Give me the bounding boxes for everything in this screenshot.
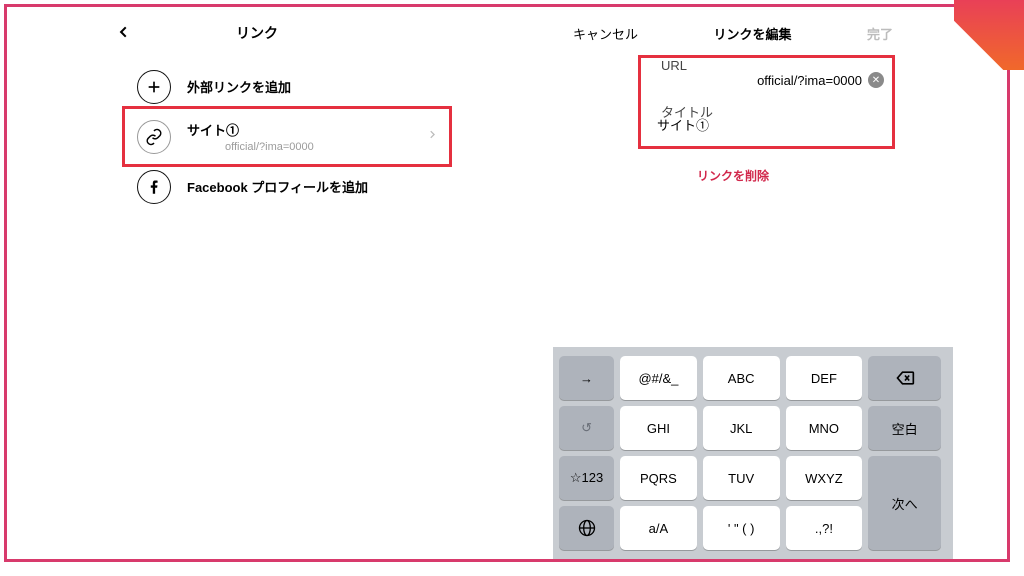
key-numsym[interactable]: ☆123 [559, 456, 614, 500]
key-tuv[interactable]: TUV [703, 456, 780, 500]
key-wxyz[interactable]: WXYZ [786, 456, 863, 500]
add-facebook-label: Facebook プロフィールを追加 [187, 177, 368, 196]
key-space[interactable]: 空白 [868, 406, 941, 450]
done-button[interactable]: 完了 [867, 24, 893, 43]
edit-title: リンクを編集 [713, 24, 791, 43]
key-symbols1[interactable]: @#/&_ [620, 356, 697, 400]
url-input[interactable]: official/?ima=0000 ✕ [641, 72, 892, 88]
title-field-label: タイトル [661, 102, 713, 121]
key-case[interactable]: a/A [620, 506, 697, 550]
key-pqrs[interactable]: PQRS [620, 456, 697, 500]
key-def[interactable]: DEF [786, 356, 863, 400]
site-label: サイト① [187, 120, 314, 139]
key-quotes[interactable]: ' " ( ) [703, 506, 780, 550]
key-next[interactable]: 次へ [868, 456, 941, 550]
plus-icon [137, 70, 171, 104]
site-link-row[interactable]: サイト① official/?ima=0000 [7, 106, 507, 167]
key-abc[interactable]: ABC [703, 356, 780, 400]
key-backspace[interactable] [868, 356, 941, 400]
cancel-button[interactable]: キャンセル [573, 24, 638, 43]
key-mno[interactable]: MNO [786, 406, 863, 450]
key-globe[interactable] [559, 506, 614, 550]
url-field-label: URL [661, 58, 687, 73]
back-button[interactable] [117, 22, 131, 45]
add-facebook-row[interactable]: Facebook プロフィールを追加 [7, 167, 507, 206]
corner-decoration [954, 0, 1024, 70]
link-icon [137, 120, 171, 154]
delete-link-button[interactable]: リンクを削除 [553, 167, 913, 184]
url-value: official/?ima=0000 [757, 73, 862, 88]
key-punct[interactable]: .,?! [786, 506, 863, 550]
add-external-label: 外部リンクを追加 [187, 77, 291, 96]
soft-keyboard: → @#/&_ ABC DEF ↺ GHI JKL MNO 空白 ☆123 PQ… [553, 347, 953, 559]
facebook-icon [137, 170, 171, 204]
page-title: リンク [236, 23, 278, 43]
key-jkl[interactable]: JKL [703, 406, 780, 450]
site-url: official/?ima=0000 [225, 141, 314, 153]
key-ghi[interactable]: GHI [620, 406, 697, 450]
edit-highlight-box: URL official/?ima=0000 ✕ タイトル サイト① [638, 55, 895, 149]
add-external-link-row[interactable]: 外部リンクを追加 [7, 67, 507, 106]
clear-icon[interactable]: ✕ [868, 72, 884, 88]
chevron-right-icon [427, 127, 437, 146]
key-arrow[interactable]: → [559, 356, 614, 400]
key-undo[interactable]: ↺ [559, 406, 614, 450]
